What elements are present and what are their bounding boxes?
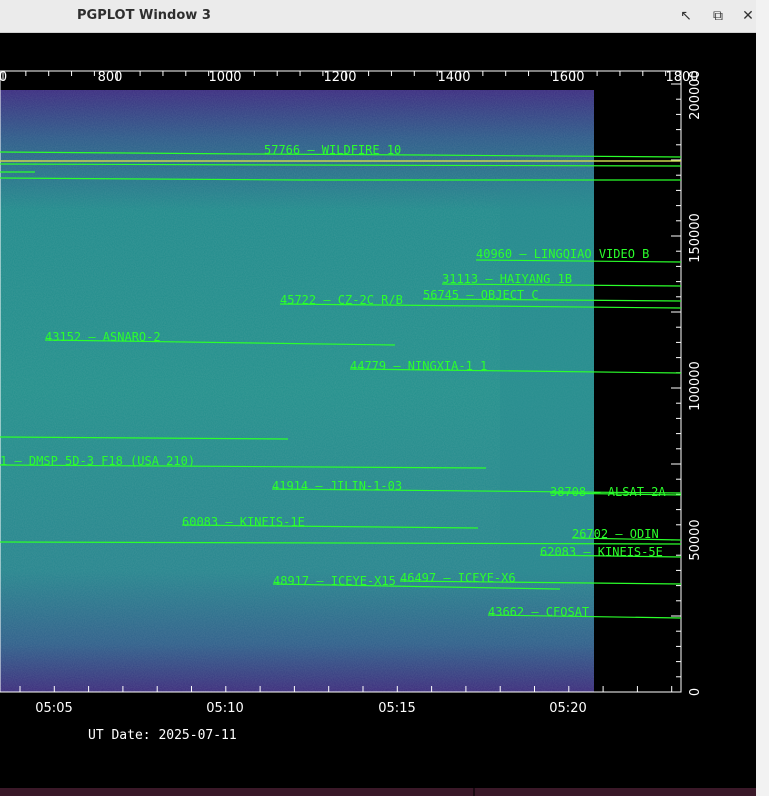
track-label: 41914 – JILIN-1-03 xyxy=(272,479,402,493)
y-right-tick-label: 100000 xyxy=(688,361,703,411)
y-right-tick-label: 150000 xyxy=(688,213,703,263)
track-label: 46497 – ICEYE-X6 xyxy=(400,571,516,585)
desktop-background-strip xyxy=(0,788,756,796)
x-top-tick-label: 1400 xyxy=(437,70,470,85)
window-border-right xyxy=(756,0,769,796)
track-label: 38708 – ALSAT 2A xyxy=(550,485,666,499)
y-right-tick-marks xyxy=(671,83,681,693)
window-titlebar[interactable]: PGPLOT Window 3 ↖ ⧉ ✕ xyxy=(0,0,756,33)
y-right-tick-label: 50000 xyxy=(688,519,703,560)
y-right-tick-label: 0 xyxy=(688,688,703,696)
close-button[interactable]: ✕ xyxy=(740,8,756,24)
x-top-tick-label: 1000 xyxy=(208,70,241,85)
track-label: 60083 – KINEIS-1E xyxy=(182,515,305,529)
track-label: 43152 – ASNARO-2 xyxy=(45,330,161,344)
help-pointer-icon[interactable]: ↖ xyxy=(678,8,694,24)
restore-button[interactable]: ⧉ xyxy=(710,8,726,24)
x-bottom-tick-label: 05:10 xyxy=(206,701,243,716)
window-title: PGPLOT Window 3 xyxy=(77,8,211,23)
x-bottom-tick-label: 05:05 xyxy=(35,701,72,716)
track-label: 43662 – CFOSAT xyxy=(488,605,589,619)
sky-image-right-band xyxy=(500,183,594,583)
track-label: 48917 – ICEYE-X15 xyxy=(273,574,396,588)
track-label: 31113 – HAIYANG 1B xyxy=(442,272,572,286)
pgplot-canvas: 0 800 1000 1200 1400 1600 1800 200000 15… xyxy=(0,70,703,743)
track-label: 40960 – LINGQIAO VIDEO B xyxy=(476,247,649,261)
track-label: 45722 – CZ-2C R/B xyxy=(280,293,403,307)
track-label: 1 – DMSP 5D-3 F18 (USA 210) xyxy=(0,454,195,468)
x-top-tick-label: 1600 xyxy=(551,70,584,85)
track-label: 57766 – WILDFIRE 10 xyxy=(264,143,401,157)
track-label: 62083 – KINEIS-5E xyxy=(540,545,663,559)
x-top-tick-label: 0 xyxy=(0,70,7,85)
x-top-tick-label: 800 xyxy=(98,70,123,85)
x-bottom-tick-label: 05:15 xyxy=(378,701,415,716)
x-top-tick-label: 1200 xyxy=(323,70,356,85)
track-label: 26702 – ODIN xyxy=(572,527,659,541)
ut-date-label: UT Date: 2025-07-11 xyxy=(88,728,237,743)
x-bottom-tick-label: 05:20 xyxy=(549,701,586,716)
y-right-tick-label: 200000 xyxy=(688,70,703,120)
track-label: 44779 – NINGXIA-1 1 xyxy=(350,359,487,373)
track-label: 56745 – OBJECT C xyxy=(423,288,539,302)
